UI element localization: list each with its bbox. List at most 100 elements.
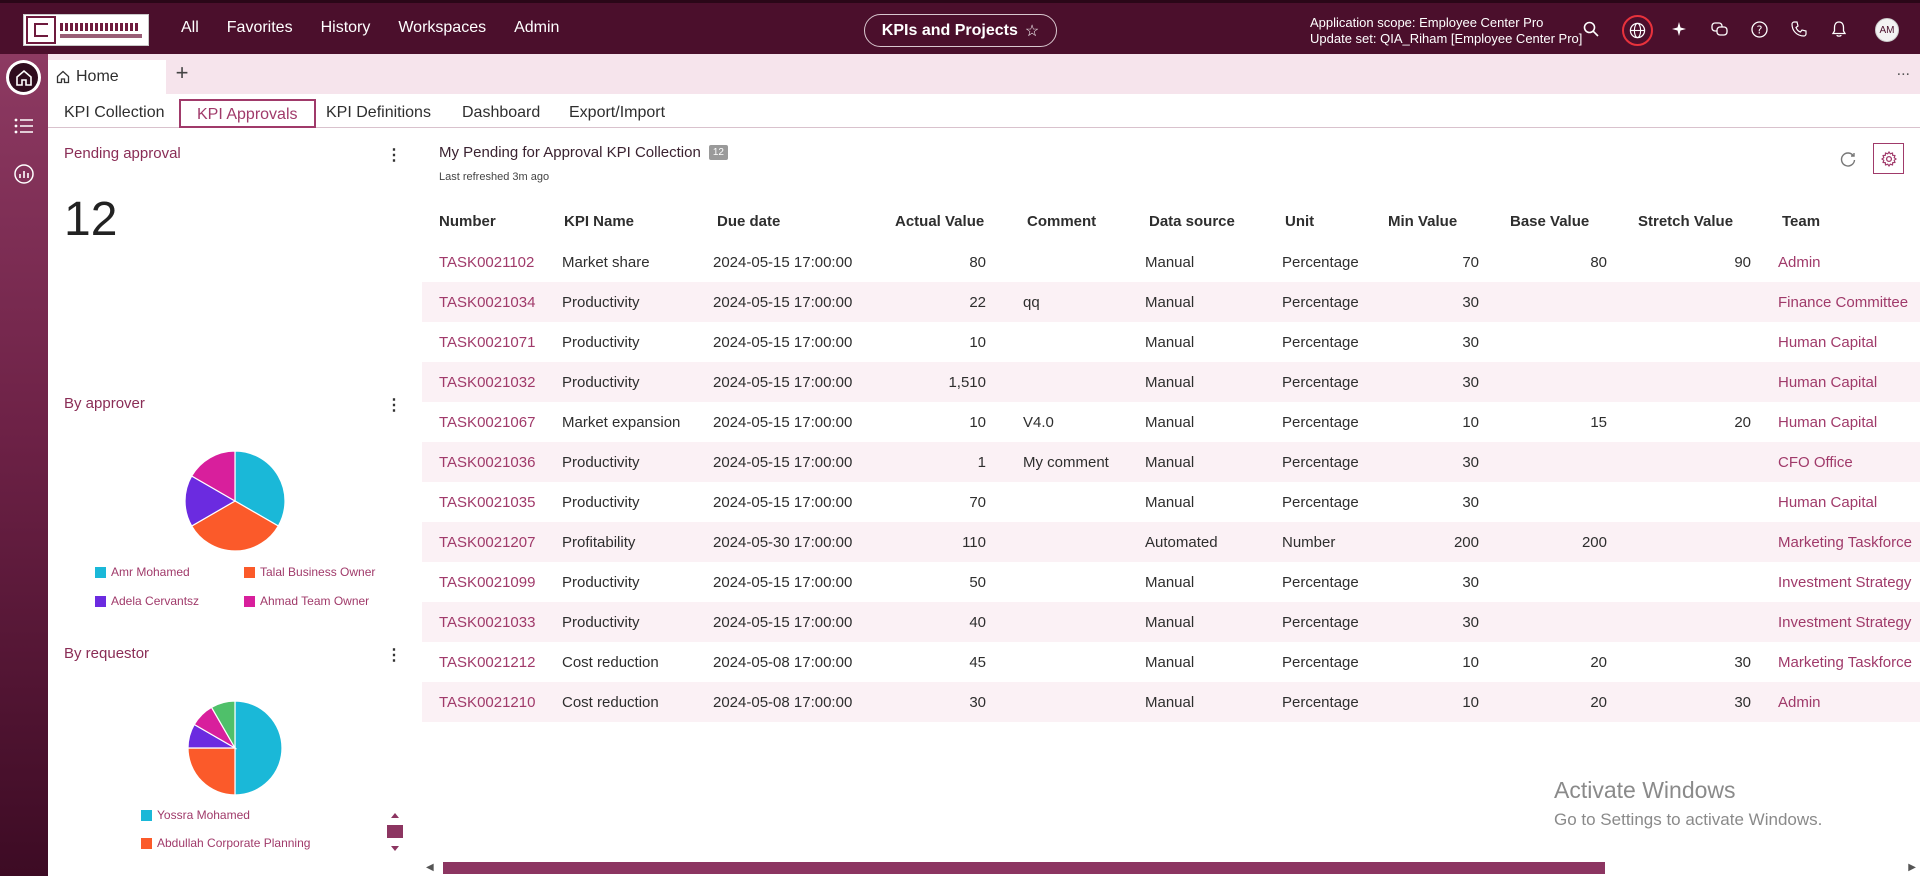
task-number-link[interactable]: TASK0021067 bbox=[422, 402, 550, 442]
team-link[interactable]: Human Capital bbox=[1765, 322, 1920, 362]
column-header[interactable]: Base Value bbox=[1493, 200, 1621, 242]
column-header[interactable]: Team bbox=[1765, 200, 1920, 242]
table-row[interactable]: TASK0021067 Market expansion 2024-05-15 17… bbox=[422, 402, 1920, 442]
team-link[interactable]: Admin bbox=[1765, 682, 1920, 722]
horizontal-scrollbar-thumb[interactable] bbox=[443, 862, 1605, 874]
scroll-right-icon[interactable]: ▶ bbox=[1908, 862, 1916, 873]
column-header[interactable]: Data source bbox=[1132, 200, 1269, 242]
scroll-left-icon[interactable]: ◀ bbox=[426, 862, 434, 873]
team-link[interactable]: Marketing Taskforce bbox=[1765, 642, 1920, 682]
column-header[interactable]: Comment bbox=[1010, 200, 1132, 242]
table-row[interactable]: TASK0021102 Market share 2024-05-15 17:00:… bbox=[422, 242, 1920, 282]
legend-item[interactable]: Adela Cervantsz bbox=[95, 594, 199, 608]
table-row[interactable]: TASK0021036 Productivity 2024-05-15 17:00:… bbox=[422, 442, 1920, 482]
table-row[interactable]: TASK0021099 Productivity 2024-05-15 17:00:… bbox=[422, 562, 1920, 602]
pending-menu-kebab-icon[interactable]: ⋮ bbox=[386, 145, 402, 165]
team-link[interactable]: Human Capital bbox=[1765, 402, 1920, 442]
table-cell: Percentage bbox=[1269, 282, 1371, 322]
approver-menu-kebab-icon[interactable]: ⋮ bbox=[386, 395, 402, 415]
column-header[interactable]: Unit bbox=[1269, 200, 1371, 242]
nav-history[interactable]: History bbox=[321, 19, 371, 37]
team-link[interactable]: Investment Strategy bbox=[1765, 562, 1920, 602]
legend-item[interactable]: Amr Mohamed bbox=[95, 565, 190, 579]
requestor-pie-chart[interactable] bbox=[187, 700, 283, 796]
team-link[interactable]: Admin bbox=[1765, 242, 1920, 282]
list-settings-button[interactable] bbox=[1873, 143, 1904, 174]
subnav-kpi-collection[interactable]: KPI Collection bbox=[48, 99, 181, 128]
legend-item[interactable]: Yossra Mohamed bbox=[141, 808, 250, 822]
task-number-link[interactable]: TASK0021210 bbox=[422, 682, 550, 722]
table-row[interactable]: TASK0021210 Cost reduction 2024-05-08 17:0… bbox=[422, 682, 1920, 722]
legend-item[interactable]: Talal Business Owner bbox=[244, 565, 375, 579]
table-row[interactable]: TASK0021032 Productivity 2024-05-15 17:00:… bbox=[422, 362, 1920, 402]
search-icon[interactable] bbox=[1580, 18, 1602, 40]
legend-item[interactable]: Ahmad Team Owner bbox=[244, 594, 369, 608]
favorite-star-icon[interactable]: ☆ bbox=[1025, 21, 1039, 41]
table-row[interactable]: TASK0021212 Cost reduction 2024-05-08 17:0… bbox=[422, 642, 1920, 682]
rail-home-button[interactable] bbox=[6, 60, 41, 95]
legend-item[interactable]: Abdullah Corporate Planning bbox=[141, 836, 310, 850]
task-number-link[interactable]: TASK0021071 bbox=[422, 322, 550, 362]
workspace-title-pill[interactable]: KPIs and Projects ☆ bbox=[864, 14, 1057, 47]
table-row[interactable]: TASK0021035 Productivity 2024-05-15 17:00:… bbox=[422, 482, 1920, 522]
task-number-link[interactable]: TASK0021207 bbox=[422, 522, 550, 562]
more-options-icon[interactable]: ... bbox=[1897, 62, 1910, 80]
add-tab-button[interactable]: + bbox=[170, 62, 194, 86]
column-header[interactable]: KPI Name bbox=[550, 200, 700, 242]
pie-slice[interactable] bbox=[234, 700, 283, 796]
approver-pie-chart[interactable] bbox=[184, 450, 286, 552]
team-link[interactable]: Human Capital bbox=[1765, 362, 1920, 402]
task-number-link[interactable]: TASK0021034 bbox=[422, 282, 550, 322]
column-header[interactable]: Number bbox=[422, 200, 550, 242]
subnav-kpi-approvals[interactable]: KPI Approvals bbox=[179, 99, 316, 128]
table-row[interactable]: TASK0021034 Productivity 2024-05-15 17:00:… bbox=[422, 282, 1920, 322]
team-link[interactable]: Marketing Taskforce bbox=[1765, 522, 1920, 562]
table-row[interactable]: TASK0021071 Productivity 2024-05-15 17:00:… bbox=[422, 322, 1920, 362]
list-icon[interactable] bbox=[12, 114, 36, 138]
subnav-dashboard[interactable]: Dashboard bbox=[446, 99, 556, 128]
table-cell: 1,510 bbox=[878, 362, 1010, 402]
task-number-link[interactable]: TASK0021036 bbox=[422, 442, 550, 482]
task-number-link[interactable]: TASK0021212 bbox=[422, 642, 550, 682]
sparkle-icon[interactable] bbox=[1668, 18, 1690, 40]
qia-logo[interactable] bbox=[23, 14, 149, 46]
column-header[interactable]: Stretch Value bbox=[1621, 200, 1765, 242]
team-link[interactable]: Human Capital bbox=[1765, 482, 1920, 522]
phone-icon[interactable] bbox=[1788, 18, 1810, 40]
nav-admin[interactable]: Admin bbox=[514, 19, 559, 37]
scope-info[interactable]: Application scope: Employee Center Pro U… bbox=[1310, 15, 1582, 47]
team-link[interactable]: CFO Office bbox=[1765, 442, 1920, 482]
table-row[interactable]: TASK0021207 Profitability 2024-05-30 17:00… bbox=[422, 522, 1920, 562]
legend-swatch bbox=[95, 595, 106, 607]
legend-scroll-control[interactable] bbox=[387, 810, 403, 854]
team-link[interactable]: Investment Strategy bbox=[1765, 602, 1920, 642]
team-link[interactable]: Finance Committee bbox=[1765, 282, 1920, 322]
pending-approval-count[interactable]: 12 bbox=[64, 192, 117, 247]
task-number-link[interactable]: TASK0021099 bbox=[422, 562, 550, 602]
task-number-link[interactable]: TASK0021033 bbox=[422, 602, 550, 642]
task-number-link[interactable]: TASK0021032 bbox=[422, 362, 550, 402]
column-header[interactable]: Actual Value bbox=[878, 200, 1010, 242]
help-icon[interactable]: ? bbox=[1748, 18, 1770, 40]
requestor-menu-kebab-icon[interactable]: ⋮ bbox=[386, 645, 402, 665]
nav-favorites[interactable]: Favorites bbox=[227, 19, 293, 37]
globe-icon[interactable] bbox=[1622, 15, 1653, 46]
tab-home[interactable]: Home bbox=[48, 60, 166, 94]
bell-icon[interactable] bbox=[1828, 18, 1850, 40]
task-number-link[interactable]: TASK0021102 bbox=[422, 242, 550, 282]
task-number-link[interactable]: TASK0021035 bbox=[422, 482, 550, 522]
chat-icon[interactable] bbox=[1708, 18, 1730, 40]
nav-workspaces[interactable]: Workspaces bbox=[398, 19, 486, 37]
subnav-export-import[interactable]: Export/Import bbox=[553, 99, 681, 128]
subnav-kpi-definitions[interactable]: KPI Definitions bbox=[310, 99, 447, 128]
analytics-icon[interactable] bbox=[12, 162, 36, 186]
pie-slice[interactable] bbox=[187, 747, 236, 796]
table-row[interactable]: TASK0021033 Productivity 2024-05-15 17:00:… bbox=[422, 602, 1920, 642]
column-header[interactable]: Due date bbox=[700, 200, 878, 242]
column-header[interactable]: Min Value bbox=[1371, 200, 1493, 242]
avatar[interactable]: AM bbox=[1875, 18, 1899, 42]
nav-all[interactable]: All bbox=[181, 19, 199, 37]
refresh-icon[interactable] bbox=[1838, 149, 1858, 169]
table-cell: Productivity bbox=[550, 362, 700, 402]
table-cell: 2024-05-15 17:00:00 bbox=[700, 362, 878, 402]
